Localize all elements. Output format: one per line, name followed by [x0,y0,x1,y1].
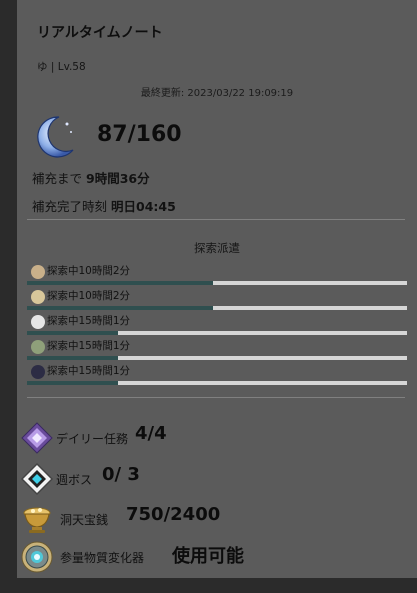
character-avatar [31,315,45,329]
player-info: ゆ | Lv.58 [37,61,86,73]
expedition-progress-track [27,306,407,310]
daily-commission-label: デイリー任務 [56,432,129,446]
weekly-boss-label: 週ボス [56,473,93,487]
parametric-transformer-label: 参量物質変化器 [60,551,145,565]
character-avatar [31,290,45,304]
expedition-row: 探索中10時間2分 [27,290,407,310]
expedition-label: 探索中15時間1分 [47,340,131,352]
expedition-progress-fill [27,281,214,285]
expedition-label: 探索中10時間2分 [47,265,131,277]
realtime-note-panel: リアルタイムノート ゆ | Lv.58 最終更新: 2023/03/22 19:… [17,0,417,578]
parametric-transformer-row: 参量物質変化器 使用可能 [20,538,410,574]
daily-commission-icon [21,422,53,454]
realm-currency-icon [23,507,51,533]
expedition-label: 探索中15時間1分 [47,315,131,327]
divider [27,397,405,398]
parametric-transformer-value: 使用可能 [172,546,244,567]
full-time: 明日04:45 [111,199,176,214]
character-avatar [31,365,45,379]
parametric-transformer-icon [21,541,53,573]
expedition-row: 探索中10時間2分 [27,265,407,285]
weekly-boss-icon [20,462,54,496]
refill-time: 9時間36分 [86,171,150,186]
weekly-boss-row: 週ボス 0/ 3 [20,460,410,496]
weekly-boss-value: 0/ 3 [102,464,140,485]
expedition-row: 探索中15時間1分 [27,365,407,385]
full-label: 補充完了時刻 [32,199,108,214]
divider [27,219,405,220]
character-avatar [31,340,45,354]
expedition-progress-track [27,356,407,360]
daily-commission-row: デイリー任務 4/4 [20,419,410,455]
realm-currency-value: 750/2400 [126,504,221,525]
last-updated: 最終更新: 2023/03/22 19:09:19 [140,88,294,99]
expedition-progress-fill [27,306,214,310]
expedition-label: 探索中15時間1分 [47,365,131,377]
realm-currency-row: 洞天宝銭 750/2400 [20,500,410,536]
expedition-title: 探索派遣 [194,241,240,255]
panel-title: リアルタイムノート [37,25,163,41]
expedition-progress-fill [27,356,119,360]
resin-value: 87/160 [97,122,182,147]
expedition-progress-track [27,281,407,285]
refill-complete: 補充完了時刻 明日04:45 [32,196,176,215]
expedition-row: 探索中15時間1分 [27,340,407,360]
expedition-progress-fill [27,331,119,335]
expedition-label: 探索中10時間2分 [47,290,131,302]
expedition-progress-track [27,331,407,335]
expedition-row: 探索中15時間1分 [27,315,407,335]
refill-label: 補充まで [32,171,83,186]
daily-commission-value: 4/4 [135,423,167,444]
character-avatar [31,265,45,279]
crescent-moon-icon [37,116,74,158]
expedition-progress-fill [27,381,119,385]
realm-currency-label: 洞天宝銭 [60,513,109,527]
refill-remaining: 補充まで 9時間36分 [32,168,150,187]
expedition-progress-track [27,381,407,385]
